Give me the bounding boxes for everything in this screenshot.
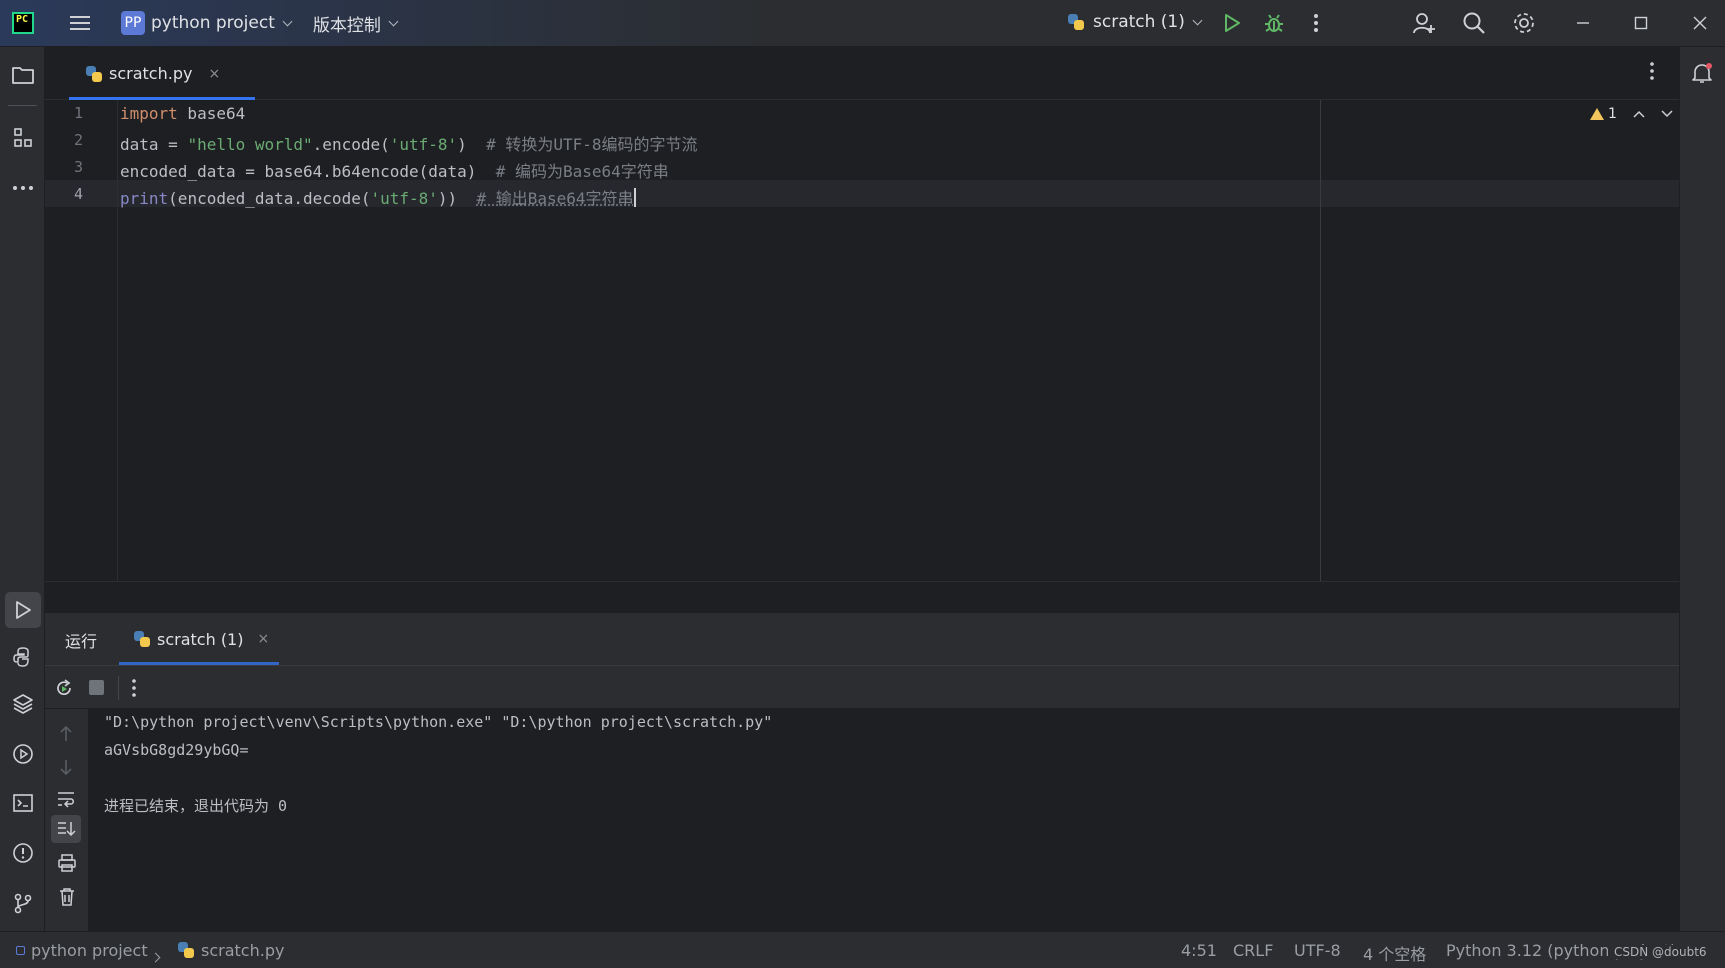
more-actions-icon[interactable]	[1303, 10, 1329, 36]
text-caret	[633, 188, 636, 207]
scroll-down-icon[interactable]	[58, 758, 74, 780]
editor-options-icon[interactable]	[1649, 61, 1655, 85]
stop-icon[interactable]	[89, 680, 104, 695]
line-number: 2	[73, 131, 83, 149]
code-line-4: print(encoded_data.decode('utf-8')) # 输出…	[120, 188, 636, 208]
breadcrumb-file[interactable]: scratch.py	[201, 941, 284, 960]
close-run-tab-icon[interactable]: ×	[257, 631, 269, 647]
python-console-icon[interactable]	[9, 643, 37, 671]
title-bar: PC PP python project 版本控制 scratch (1)	[0, 0, 1725, 47]
trash-icon[interactable]	[58, 887, 76, 911]
console-line: aGVsbG8gd29ybGQ=	[104, 741, 249, 759]
run-toolbar	[45, 665, 1679, 709]
scroll-to-end-toggle[interactable]	[51, 815, 81, 843]
project-badge[interactable]: PP	[121, 11, 145, 35]
maximize-icon[interactable]	[1628, 10, 1654, 36]
code-line-2: data = "hello world".encode('utf-8') # 转…	[120, 135, 698, 154]
left-tool-strip	[0, 47, 45, 931]
chevron-down-icon	[1192, 15, 1203, 25]
settings-gear-icon[interactable]	[1511, 10, 1537, 36]
project-folder-icon[interactable]	[9, 61, 37, 89]
divider	[8, 105, 37, 106]
debug-icon[interactable]	[1261, 10, 1287, 36]
line-number: 3	[73, 158, 83, 176]
console-actions	[45, 709, 89, 931]
panel-splitter[interactable]	[45, 581, 1679, 613]
run-tool-window-header: 运行 scratch (1) ×	[45, 613, 1679, 665]
more-tools-icon[interactable]	[9, 174, 37, 202]
console-line: "D:\python project\venv\Scripts\python.e…	[104, 713, 773, 731]
breadcrumb-separator	[150, 946, 161, 965]
line-number: 4	[73, 185, 83, 203]
structure-icon[interactable]	[9, 124, 37, 152]
divider	[118, 676, 119, 700]
terminal-icon[interactable]	[9, 789, 37, 817]
inspection-widget[interactable]: 1	[1590, 106, 1673, 122]
python-file-icon	[177, 941, 195, 963]
run-tab-label: scratch (1)	[157, 629, 244, 649]
project-selector[interactable]: python project	[151, 13, 275, 33]
main-menu-icon[interactable]	[70, 16, 90, 30]
python-file-icon	[1067, 13, 1085, 31]
warning-count: 1	[1608, 106, 1617, 122]
chevron-down-icon[interactable]	[388, 16, 399, 26]
line-number-gutter: 1 2 3 4	[45, 100, 118, 581]
services-icon[interactable]	[9, 740, 37, 768]
close-tab-icon[interactable]: ×	[208, 66, 220, 82]
code-editor[interactable]: 1 2 3 4 import base64 data = "hello worl…	[45, 100, 1679, 581]
status-bar: python project scratch.py 4:51 CRLF UTF-…	[0, 931, 1725, 968]
project-icon	[16, 946, 25, 955]
rerun-icon[interactable]	[54, 678, 74, 702]
line-separator[interactable]: CRLF	[1233, 941, 1273, 960]
minimize-icon[interactable]	[1570, 10, 1596, 36]
console-line: 进程已结束，退出代码为 0	[104, 797, 288, 815]
editor-tab-scratch[interactable]: scratch.py ×	[65, 47, 255, 100]
next-highlight-icon[interactable]	[1661, 110, 1673, 118]
right-tool-strip	[1679, 47, 1725, 931]
problems-icon[interactable]	[9, 839, 37, 867]
python-file-icon	[133, 630, 151, 648]
line-number: 1	[73, 104, 83, 122]
run-window-title: 运行	[65, 632, 98, 651]
git-branch-icon[interactable]	[9, 889, 37, 917]
python-file-icon	[85, 65, 103, 83]
previous-highlight-icon[interactable]	[1633, 110, 1645, 118]
editor-tab-bar: scratch.py ×	[45, 47, 1679, 100]
pycharm-logo-icon: PC	[12, 12, 34, 34]
code-line-3: encoded_data = base64.b64encode(data) # …	[120, 162, 669, 181]
add-user-icon[interactable]	[1411, 10, 1437, 36]
close-window-icon[interactable]	[1687, 10, 1713, 36]
watermark: CSDN @doubt6	[1608, 945, 1713, 959]
layers-icon[interactable]	[9, 690, 37, 718]
chevron-down-icon[interactable]	[282, 16, 293, 26]
warning-icon	[1590, 108, 1604, 120]
run-console-output[interactable]: "D:\python project\venv\Scripts\python.e…	[89, 709, 1679, 931]
print-icon[interactable]	[57, 854, 77, 876]
run-tool-icon[interactable]	[5, 592, 41, 628]
vcs-menu[interactable]: 版本控制	[313, 11, 381, 36]
scroll-up-icon[interactable]	[58, 725, 74, 747]
run-config-selector[interactable]: scratch (1)	[1067, 12, 1203, 32]
search-icon[interactable]	[1461, 10, 1487, 36]
caret-position[interactable]: 4:51	[1181, 941, 1217, 960]
run-config-label: scratch (1)	[1093, 12, 1185, 32]
notifications-bell-icon[interactable]	[1688, 59, 1716, 87]
run-icon[interactable]	[1219, 10, 1245, 36]
tab-label: scratch.py	[109, 64, 193, 83]
file-encoding[interactable]: UTF-8	[1294, 941, 1341, 960]
right-margin-guide	[1320, 100, 1321, 581]
breadcrumb-project[interactable]: python project	[31, 941, 148, 960]
soft-wrap-icon[interactable]	[56, 790, 76, 812]
indent-setting[interactable]: 4 个空格	[1363, 941, 1426, 965]
run-tab-scratch[interactable]: scratch (1) ×	[119, 613, 279, 665]
run-options-icon[interactable]	[131, 678, 137, 702]
code-line-1: import base64	[120, 104, 246, 123]
